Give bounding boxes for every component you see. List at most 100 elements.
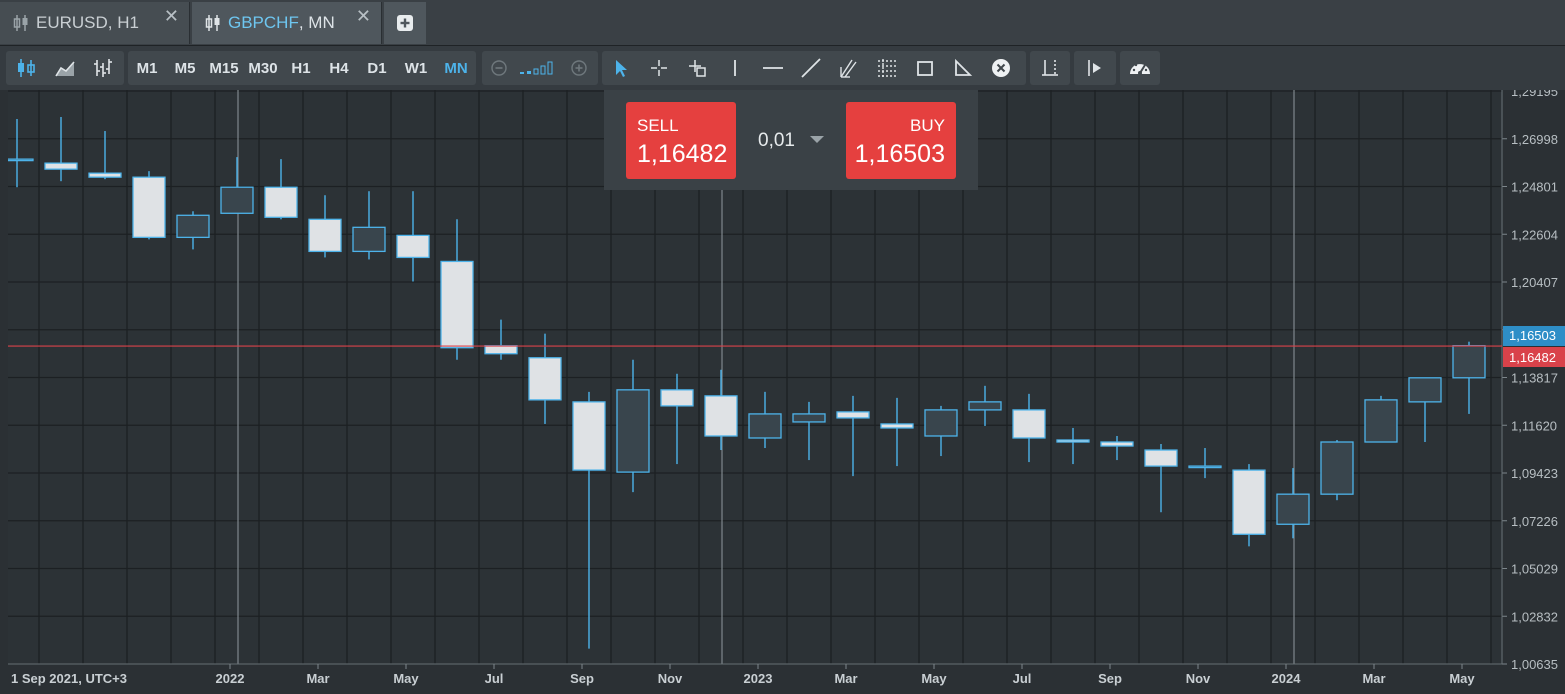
candle-body bbox=[1408, 377, 1442, 403]
chart-type-group bbox=[6, 51, 124, 85]
channel-tool-button[interactable] bbox=[830, 51, 868, 85]
crosshair-tool-button[interactable] bbox=[640, 51, 678, 85]
bars-chart-button[interactable] bbox=[84, 51, 122, 85]
autoscroll-button[interactable] bbox=[1074, 51, 1116, 85]
sell-button[interactable]: SELL 1,16482 bbox=[626, 102, 736, 179]
y-tick-label: 1,07226 bbox=[1511, 514, 1558, 529]
candlestick-icon bbox=[13, 15, 28, 31]
tab-eurusd[interactable]: EURUSD, H1 ✕ bbox=[0, 2, 190, 44]
y-tick-label: 1,22604 bbox=[1511, 227, 1558, 242]
fibonacci-tool-button[interactable] bbox=[868, 51, 906, 85]
close-icon[interactable]: ✕ bbox=[164, 6, 179, 27]
candle-body bbox=[44, 162, 78, 170]
candle-body bbox=[352, 226, 386, 253]
indicators-button[interactable] bbox=[1120, 51, 1160, 85]
candle-body bbox=[308, 218, 342, 253]
zoom-out-button[interactable] bbox=[482, 51, 516, 85]
bid-price-tag: 1,16482 bbox=[1503, 347, 1565, 368]
lot-size-value[interactable]: 0,01 bbox=[758, 130, 795, 152]
candle-body bbox=[220, 186, 254, 214]
candle-body bbox=[396, 234, 430, 259]
timeframe-mn-button[interactable]: MN bbox=[436, 51, 476, 85]
candle bbox=[132, 171, 166, 240]
candle-body bbox=[1364, 399, 1398, 443]
timeframe-m15-button[interactable]: M15 bbox=[204, 51, 244, 85]
y-tick-label: 1,09423 bbox=[1511, 466, 1558, 481]
area-chart-icon bbox=[55, 61, 75, 77]
candle-body bbox=[88, 172, 122, 178]
close-icon[interactable]: ✕ bbox=[356, 6, 371, 27]
delete-objects-button[interactable] bbox=[982, 51, 1020, 85]
y-tick-label: 1,00635 bbox=[1511, 657, 1558, 672]
candle-body bbox=[1276, 493, 1310, 525]
tab-timeframe: , MN bbox=[298, 13, 335, 32]
zoom-in-icon bbox=[571, 60, 587, 76]
candle-body bbox=[132, 176, 166, 239]
crosshair-box-icon bbox=[689, 60, 706, 77]
zoom-in-button[interactable] bbox=[562, 51, 596, 85]
trend-line-tool-button[interactable] bbox=[792, 51, 830, 85]
chevron-down-icon[interactable] bbox=[810, 136, 824, 143]
x-tick-label: Nov bbox=[658, 671, 683, 686]
fibonacci-icon bbox=[878, 59, 896, 77]
rectangle-icon bbox=[917, 61, 933, 76]
cursor-tool-button[interactable] bbox=[602, 51, 640, 85]
add-tab-button[interactable] bbox=[384, 2, 426, 44]
candle-body bbox=[660, 389, 694, 407]
y-tick-label: 1,05029 bbox=[1511, 562, 1558, 577]
candle-body bbox=[1188, 465, 1222, 469]
speedometer-icon bbox=[1130, 61, 1150, 75]
horizontal-line-tool-button[interactable] bbox=[754, 51, 792, 85]
x-tick-label: Jul bbox=[1013, 671, 1032, 686]
zoom-bars-icon bbox=[520, 61, 553, 75]
timeframe-h1-button[interactable]: H1 bbox=[282, 51, 320, 85]
candlestick-icon bbox=[18, 59, 35, 77]
horizontal-line-icon bbox=[763, 67, 783, 69]
candle-body bbox=[924, 409, 958, 437]
tab-timeframe: , H1 bbox=[107, 13, 139, 32]
timeframe-d1-button[interactable]: D1 bbox=[358, 51, 396, 85]
triangle-tool-button[interactable] bbox=[944, 51, 982, 85]
data-window-tool-button[interactable] bbox=[678, 51, 716, 85]
timeframe-m1-button[interactable]: M1 bbox=[128, 51, 166, 85]
area-chart-button[interactable] bbox=[46, 51, 84, 85]
timeframe-m30-button[interactable]: M30 bbox=[244, 51, 282, 85]
plus-icon bbox=[397, 15, 413, 31]
tab-symbol: EURUSD bbox=[36, 13, 108, 32]
x-tick-label: May bbox=[921, 671, 947, 686]
timeframe-group: M1 M5 M15 M30 H1 H4 D1 W1 MN bbox=[128, 51, 476, 85]
sell-label: SELL bbox=[637, 116, 679, 135]
candle-body bbox=[616, 389, 650, 473]
x-tick-label: Jul bbox=[485, 671, 504, 686]
candle-body bbox=[440, 260, 474, 349]
vertical-line-tool-button[interactable] bbox=[716, 51, 754, 85]
rectangle-tool-button[interactable] bbox=[906, 51, 944, 85]
timeframe-h4-button[interactable]: H4 bbox=[320, 51, 358, 85]
chart-toolbar: M1 M5 M15 M30 H1 H4 D1 W1 MN bbox=[0, 46, 1565, 90]
y-tick-label: 1,13817 bbox=[1511, 371, 1558, 386]
x-tick-label: 2024 bbox=[1272, 671, 1302, 686]
period-separators-button[interactable] bbox=[1030, 51, 1070, 85]
candle-body bbox=[704, 395, 738, 437]
tab-gbpchf[interactable]: GBPCHF, MN ✕ bbox=[192, 2, 382, 44]
drawing-tools-group bbox=[602, 51, 1026, 85]
timeframe-w1-button[interactable]: W1 bbox=[396, 51, 436, 85]
x-tick-label: May bbox=[1449, 671, 1475, 686]
trend-line-icon bbox=[801, 58, 821, 78]
delete-icon bbox=[992, 59, 1010, 77]
buy-button[interactable]: BUY 1,16503 bbox=[846, 102, 956, 179]
y-tick-label: 1,11620 bbox=[1511, 418, 1557, 433]
buy-label: BUY bbox=[910, 116, 945, 135]
candles-button[interactable] bbox=[6, 51, 46, 85]
autoscroll-group bbox=[1074, 51, 1116, 85]
timeframe-m5-button[interactable]: M5 bbox=[166, 51, 204, 85]
zoom-group bbox=[482, 51, 598, 85]
x-tick-label: Sep bbox=[1098, 671, 1122, 686]
candle-body bbox=[484, 345, 518, 355]
vertical-line-icon bbox=[734, 60, 736, 76]
crosshair-icon bbox=[651, 60, 667, 76]
x-tick-label: Sep bbox=[570, 671, 594, 686]
candle-body bbox=[1452, 345, 1486, 379]
y-tick-label: 1,02832 bbox=[1511, 609, 1558, 624]
candle-body bbox=[1056, 439, 1090, 443]
